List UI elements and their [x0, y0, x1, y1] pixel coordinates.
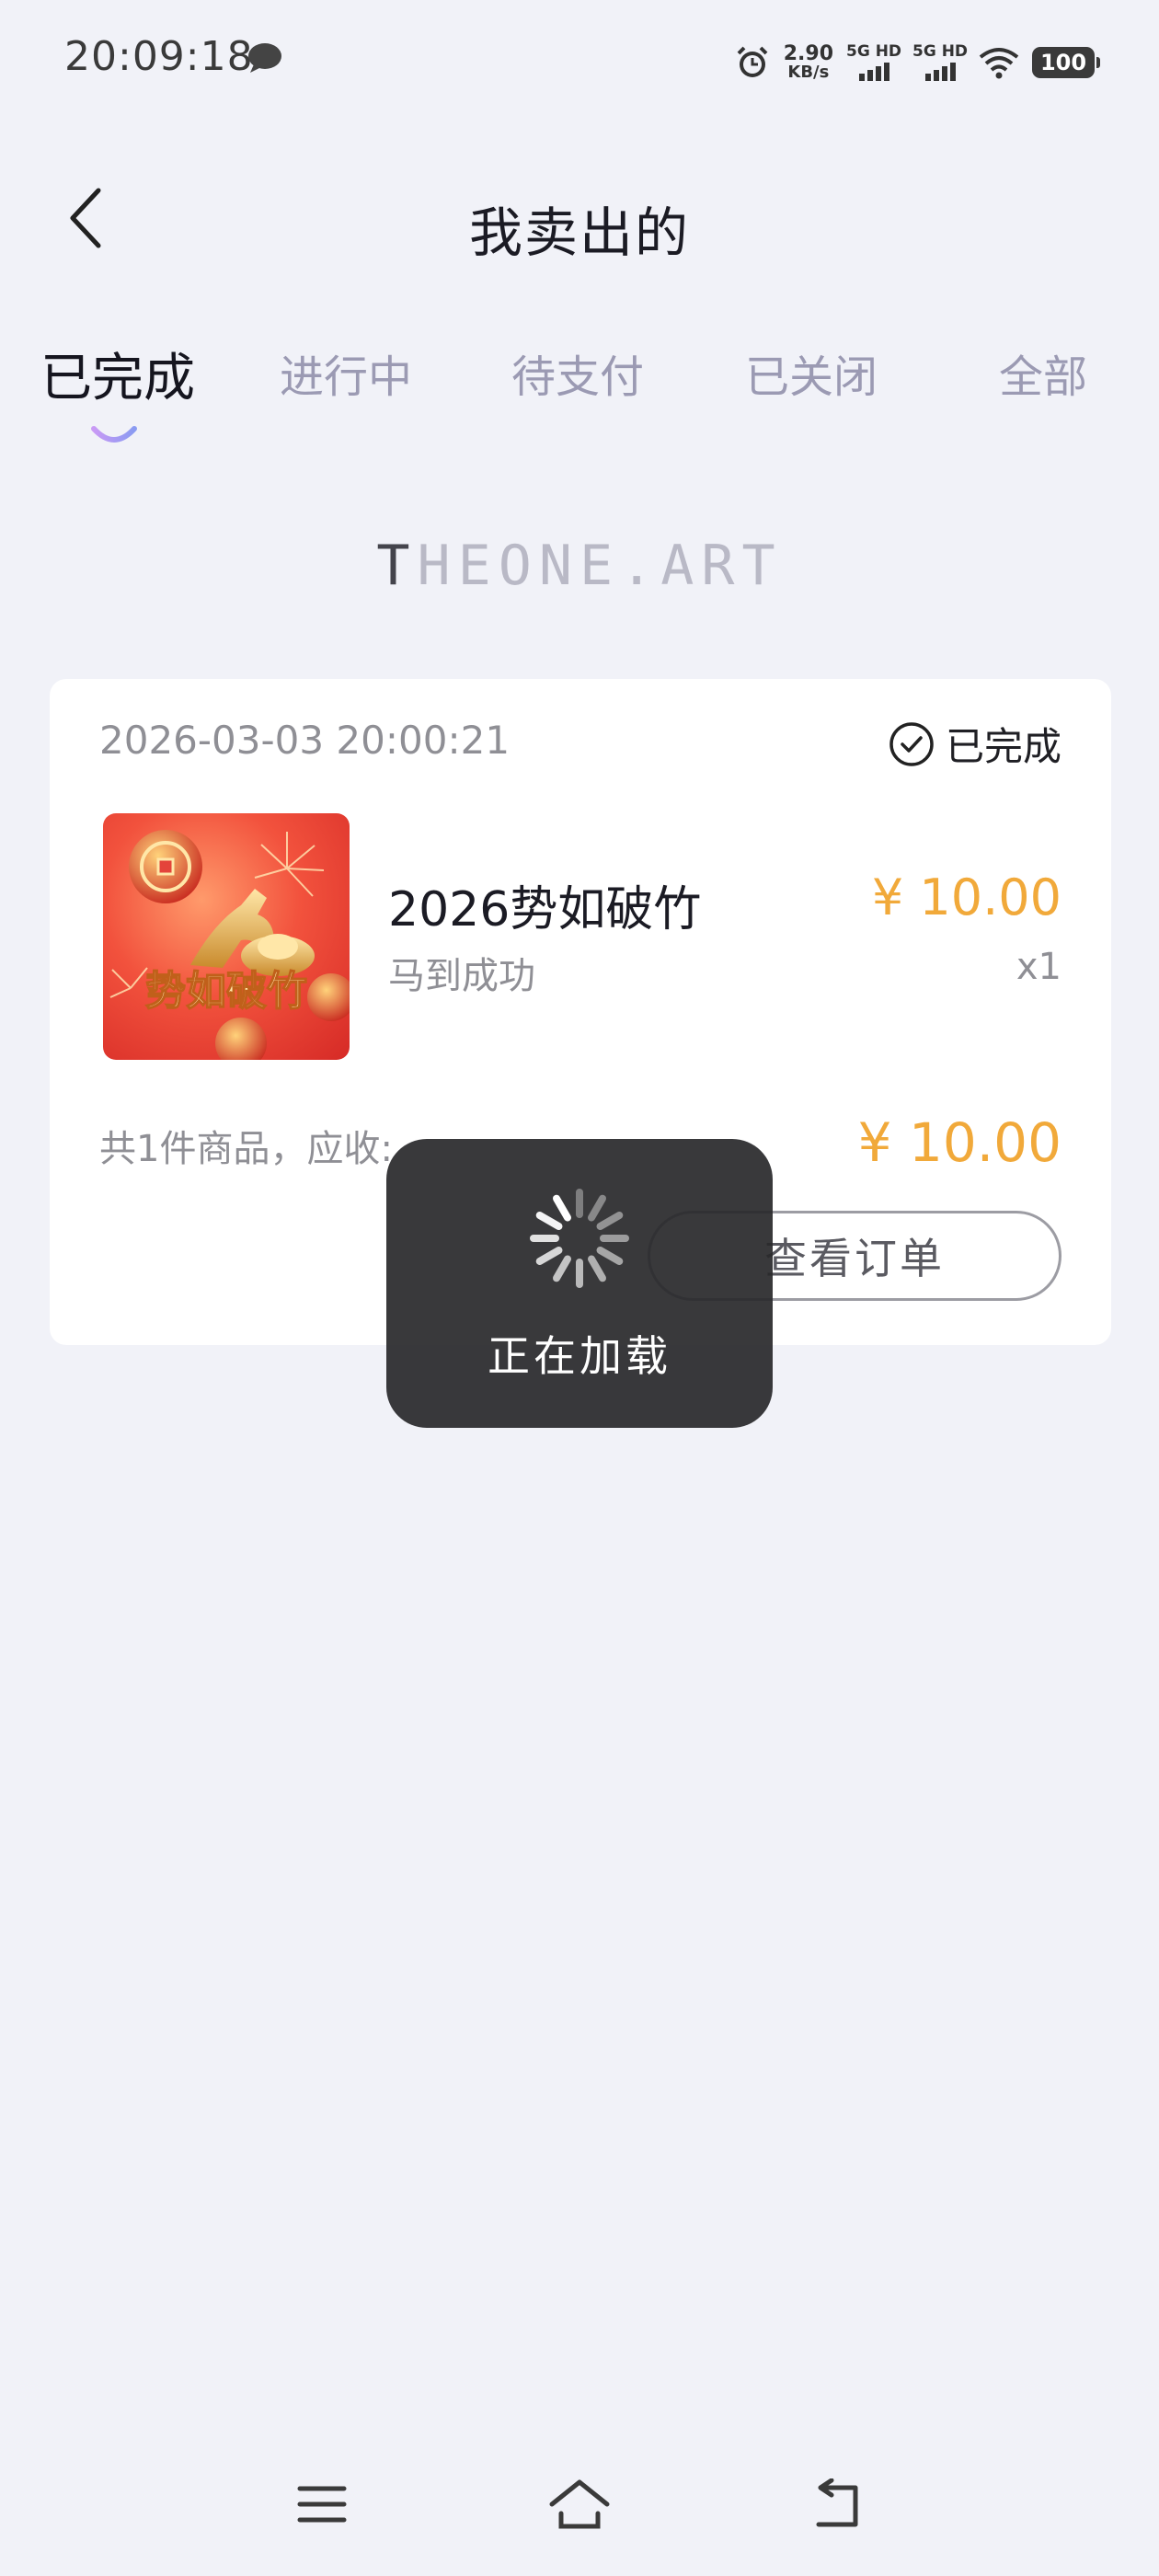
tab-active-indicator: [91, 426, 137, 443]
home-button[interactable]: [543, 2467, 616, 2541]
order-summary-label: 共1件商品，应收:: [99, 1128, 393, 1170]
status-time: 20:09:18: [64, 33, 254, 80]
tab-all[interactable]: 全部: [999, 340, 1087, 405]
product-price: ¥ 10.00: [871, 868, 1061, 926]
product-image-title: 势如破竹: [145, 968, 307, 1015]
menu-icon: [297, 2486, 347, 2523]
loading-toast: 正在加载: [386, 1139, 773, 1428]
product-artwork: 势如破竹: [109, 830, 350, 1060]
page-title: 我卖出的: [468, 201, 690, 264]
brand-logo-rest: HEONE.ART: [417, 534, 783, 598]
order-total: ¥ 10.00: [857, 1111, 1061, 1174]
order-tabs: 已完成 进行中 待支付 已关闭 全部: [0, 340, 1159, 451]
menu-button[interactable]: [285, 2467, 359, 2541]
back-nav-button[interactable]: [800, 2467, 874, 2541]
back-nav-icon: [816, 2478, 858, 2527]
page-header: 我卖出的: [0, 156, 1159, 285]
wifi-icon: [979, 48, 1019, 79]
alarm-icon: [737, 46, 768, 77]
brand-logo: THEONE.ART: [0, 534, 1159, 598]
order-status-label: 已完成: [945, 724, 1061, 769]
sim1-label: 5G HD: [846, 42, 902, 61]
net-speed-value: 2.90: [783, 42, 833, 65]
product-quantity: x1: [1016, 946, 1061, 988]
brand-logo-initial: T: [376, 534, 418, 598]
status-badge: 已完成: [889, 716, 1061, 772]
net-speed: 2.90 KB/s: [784, 44, 833, 81]
product-name[interactable]: 2026势如破竹: [388, 870, 701, 939]
product-image[interactable]: 势如破竹: [103, 813, 350, 1060]
sim2-label: 5G HD: [912, 42, 969, 61]
tab-in-progress[interactable]: 进行中: [280, 340, 412, 405]
system-nav-bar: [0, 2447, 1159, 2576]
product-subtitle: 马到成功: [388, 955, 535, 997]
signal-icon: 5G HD: [912, 40, 969, 85]
net-speed-unit: KB/s: [787, 63, 830, 82]
loading-text: 正在加载: [488, 1331, 671, 1381]
order-datetime: 2026-03-03 20:00:21: [99, 718, 511, 763]
status-bar: 20:09:18 2.90 KB/s 5G HD 5G HD 100: [0, 0, 1159, 120]
signal-icon: 5G HD: [846, 40, 902, 85]
check-circle-icon: [889, 721, 934, 766]
status-right-group: 2.90 KB/s 5G HD 5G HD 100: [734, 37, 1100, 88]
home-icon: [549, 2479, 610, 2529]
tab-closed[interactable]: 已关闭: [745, 340, 878, 405]
tab-pending-payment[interactable]: 待支付: [511, 340, 644, 405]
tab-completed[interactable]: 已完成: [40, 337, 195, 411]
loading-spinner-icon: [530, 1189, 629, 1288]
battery-icon: 100: [1032, 47, 1100, 78]
chat-bubble-icon: [248, 43, 281, 73]
